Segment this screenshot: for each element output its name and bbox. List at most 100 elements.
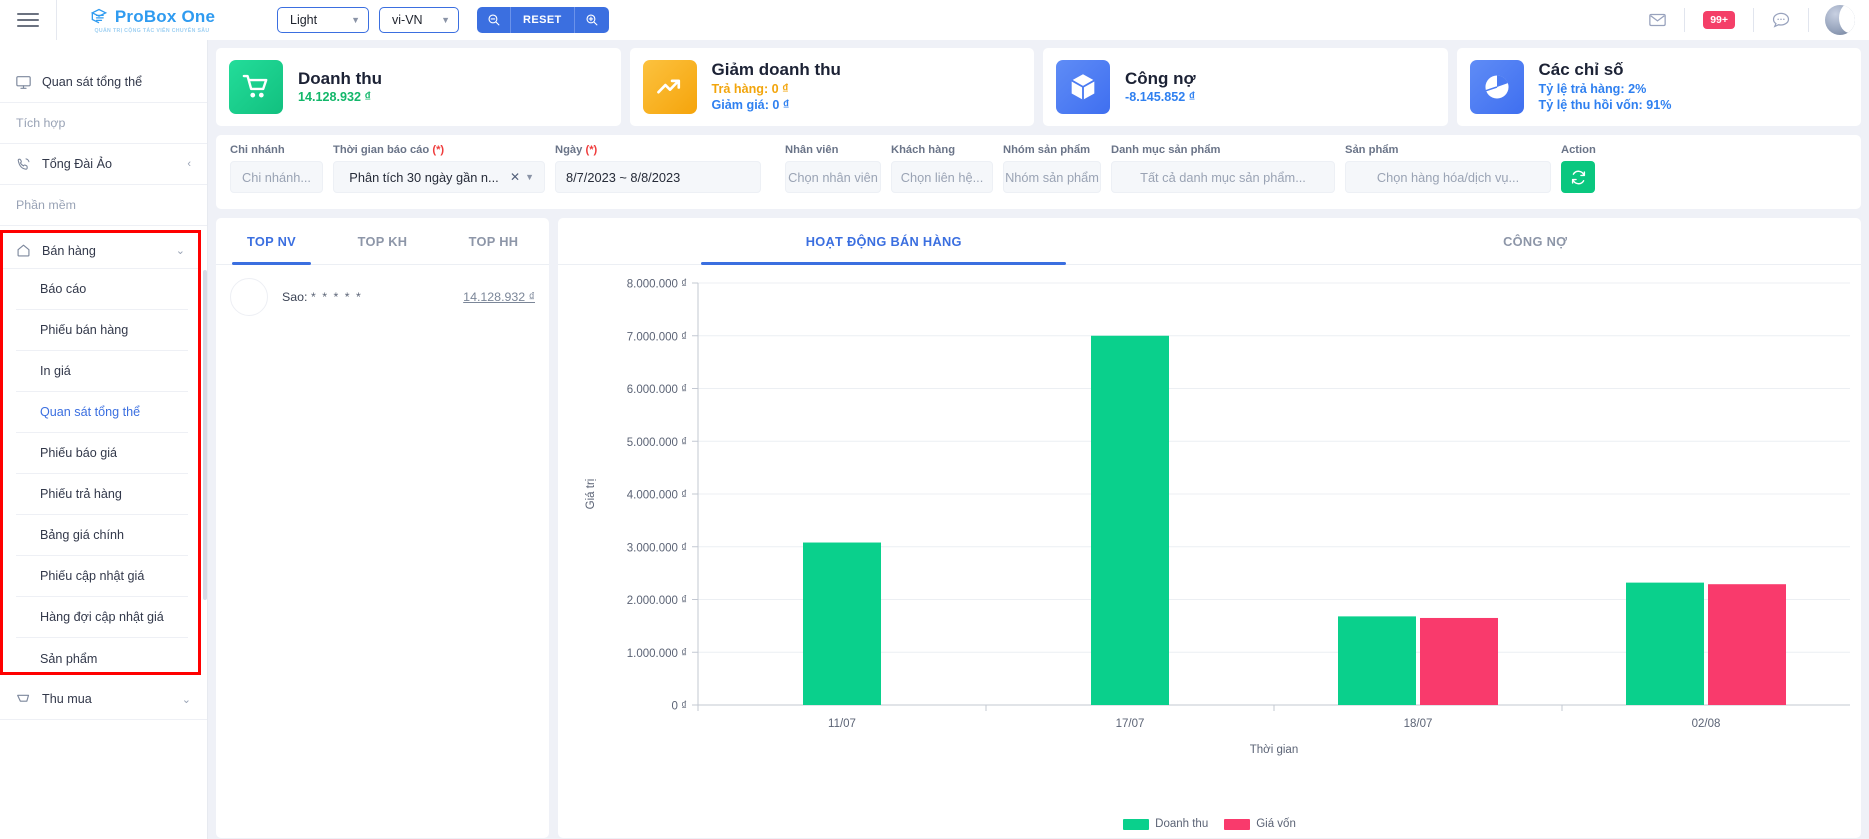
divider [1808, 8, 1809, 32]
sidebar-subitem-phieu-cap-nhat-gia[interactable]: Phiếu cập nhật giá [16, 556, 188, 597]
home-icon [16, 243, 42, 258]
chat-bubble-icon[interactable] [1754, 8, 1808, 32]
sidebar-subitem-san-pham[interactable]: Sản phẩm [16, 638, 188, 679]
language-select-value: vi-VN [392, 13, 423, 27]
chi-nhanh-select[interactable]: Chi nhánh... [230, 161, 323, 193]
legend-item-doanh-thu[interactable]: Doanh thu [1123, 818, 1208, 830]
filter-label: Chi nhánh [230, 144, 285, 156]
required-marker: (*) [585, 144, 598, 156]
sidebar-subitem-bang-gia-chinh[interactable]: Bảng giá chính [16, 515, 188, 556]
nhom-san-pham-select[interactable]: Nhóm sản phẩm [1003, 161, 1101, 193]
filter-nhom-san-pham: Nhóm sản phẩm Nhóm sản phẩm [1003, 144, 1101, 193]
chevron-left-icon[interactable]: ‹ [187, 158, 191, 170]
sidebar-subitem-bao-cao[interactable]: Báo cáo [16, 269, 188, 310]
avatar [230, 278, 268, 316]
sidebar-subitem-label: Quan sát tổng thể [40, 405, 141, 419]
filter-placeholder: Chi nhánh... [241, 169, 311, 185]
sidebar-subitem-label: Bảng giá chính [40, 528, 125, 542]
filter-value: Phân tích 30 ngày gần n... [349, 169, 499, 185]
search-plus-icon[interactable] [574, 7, 609, 33]
sidebar-subitem-hang-doi-cap-nhat-gia[interactable]: Hàng đợi cập nhật giá [16, 597, 188, 638]
avatar[interactable] [1825, 5, 1855, 35]
san-pham-select[interactable]: Chọn hàng hóa/dịch vụ... [1345, 161, 1551, 193]
kpi-text: Doanh thu 14.128.932 ₫ [298, 69, 382, 106]
tab-label: TOP NV [247, 233, 296, 249]
notification-badge[interactable]: 99+ [1685, 8, 1753, 32]
filter-action: Action [1561, 144, 1596, 193]
filter-chi-nhanh: Chi nhánh Chi nhánh... [230, 144, 323, 193]
svg-text:11/07: 11/07 [828, 718, 856, 730]
sidebar-item-tong-dai-ao[interactable]: Tổng Đài Ảo ‹ [0, 144, 207, 185]
sidebar-item-ban-hang[interactable]: Bán hàng ⌄ [3, 233, 198, 269]
filter-label: Nhân viên [785, 144, 839, 156]
kpi-value-giam-gia: Giảm giá: 0 ₫ [711, 98, 790, 113]
top-right-actions: 99+ [1631, 0, 1869, 40]
reset-button[interactable]: RESET [511, 7, 575, 33]
filter-ngay: Ngày (*) 8/7/2023 ~ 8/8/2023 [555, 144, 761, 193]
top-controls: Light ▼ vi-VN ▼ RESET [277, 7, 609, 33]
phone-icon [16, 157, 42, 172]
filter-san-pham: Sản phẩm Chọn hàng hóa/dịch vụ... [1345, 144, 1551, 193]
kpi-text: Công nợ -8.145.852 ₫ [1125, 69, 1196, 106]
theme-select[interactable]: Light ▼ [277, 7, 369, 33]
hamburger-icon[interactable] [0, 0, 56, 40]
svg-text:5.000.000 ₫: 5.000.000 ₫ [627, 437, 687, 449]
top-panel-tabs: TOP NV TOP KH TOP HH [216, 218, 549, 265]
legend-swatch [1123, 818, 1150, 830]
tab-top-nv[interactable]: TOP NV [216, 218, 327, 265]
sidebar-item-label: Thu mua [42, 692, 92, 706]
tab-top-hh[interactable]: TOP HH [438, 218, 549, 264]
top-panel: TOP NV TOP KH TOP HH Sao: * * * * * 14.1… [216, 218, 549, 838]
legend-item-gia-von[interactable]: Giá vốn [1224, 818, 1296, 830]
sidebar-item-thu-mua[interactable]: Thu mua ⌄ [0, 679, 207, 720]
legend-label: Doanh thu [1155, 818, 1209, 830]
brand-logo[interactable]: ProBox One QUẢN TRỊ CỘNG TÁC VIÊN CHUYÊN… [57, 0, 247, 40]
list-item[interactable]: Sao: * * * * * 14.128.932 ₫ [216, 265, 549, 316]
chart-panel-tabs: HOẠT ĐỘNG BÁN HÀNG CÔNG NỢ [558, 218, 1861, 265]
chevron-down-icon[interactable]: ⌄ [182, 693, 191, 706]
filter-label: Khách hàng [891, 144, 956, 156]
filter-placeholder: Chọn nhân viên [788, 169, 878, 185]
khach-hang-select[interactable]: Chọn liên hệ... [891, 161, 993, 193]
rating-stars: * * * * * [310, 290, 363, 304]
kpi-card-giam-doanh-thu[interactable]: Giảm doanh thu Trả hàng: 0 ₫ Giảm giá: 0… [629, 48, 1034, 126]
sidebar-item-label: Quan sát tổng thể [42, 75, 143, 89]
ban-hang-menu-group: Bán hàng ⌄ Báo cáo Phiếu bán hàng In giá… [0, 230, 201, 675]
pie-chart-icon [1469, 60, 1524, 114]
tab-cong-no[interactable]: CÔNG NỢ [1210, 218, 1862, 264]
kpi-card-cac-chi-so[interactable]: Các chỉ số Tỷ lệ trả hàng: 2% Tỷ lệ thu … [1456, 48, 1861, 126]
sidebar-item-quan-sat-tong-the[interactable]: Quan sát tổng thể [0, 62, 207, 103]
sidebar-subitem-phieu-tra-hang[interactable]: Phiếu trả hàng [16, 474, 188, 515]
sidebar-subitem-quan-sat-tong-the[interactable]: Quan sát tổng thể [16, 392, 188, 433]
search-minus-icon[interactable] [477, 7, 511, 33]
language-select[interactable]: vi-VN ▼ [379, 7, 459, 33]
nhan-vien-select[interactable]: Chọn nhân viên [785, 161, 881, 193]
clear-icon[interactable]: ✕ [510, 170, 520, 184]
kpi-card-cong-no[interactable]: Công nợ -8.145.852 ₫ [1043, 48, 1448, 126]
filter-nhan-vien: Nhân viên Chọn nhân viên [785, 144, 881, 193]
kpi-title: Công nợ [1125, 68, 1196, 88]
tab-hoat-dong-ban-hang[interactable]: HOẠT ĐỘNG BÁN HÀNG [558, 218, 1210, 265]
kpi-card-doanh-thu[interactable]: Doanh thu 14.128.932 ₫ [216, 48, 621, 126]
sidebar-subitem-phieu-ban-hang[interactable]: Phiếu bán hàng [16, 310, 188, 351]
sidebar-subitem-phieu-bao-gia[interactable]: Phiếu báo giá [16, 433, 188, 474]
chevron-down-icon[interactable]: ▼ [525, 172, 534, 182]
filter-khach-hang: Khách hàng Chọn liên hệ... [891, 144, 993, 193]
kpi-text: Các chỉ số Tỷ lệ trả hàng: 2% Tỷ lệ thu … [1539, 60, 1672, 114]
filter-placeholder: Nhóm sản phẩm [1005, 169, 1099, 185]
danh-muc-san-pham-select[interactable]: Tất cả danh mục sản phẩm... [1111, 161, 1335, 193]
sidebar-scrollbar[interactable] [203, 270, 207, 600]
thoi-gian-bao-cao-select[interactable]: Phân tích 30 ngày gần n... ✕ ▼ [333, 161, 545, 193]
brand-tagline: QUẢN TRỊ CỘNG TÁC VIÊN CHUYÊN SÂU [94, 27, 210, 34]
tab-top-kh[interactable]: TOP KH [327, 218, 438, 264]
legend-swatch [1224, 818, 1251, 830]
bar-chart-svg: 0 ₫ 1.000.000 ₫ 2.000.000 ₫ 3.000.000 ₫ 4.00… [585, 279, 1850, 756]
mail-icon[interactable] [1631, 8, 1684, 32]
chevron-down-icon[interactable]: ⌄ [176, 244, 185, 257]
filter-placeholder: Tất cả danh mục sản phẩm... [1140, 169, 1306, 185]
sidebar-subitem-in-gia[interactable]: In giá [16, 351, 188, 392]
cart-outline-icon [16, 692, 42, 707]
date-range-input[interactable]: 8/7/2023 ~ 8/8/2023 [555, 161, 761, 193]
refresh-button[interactable] [1561, 161, 1595, 193]
